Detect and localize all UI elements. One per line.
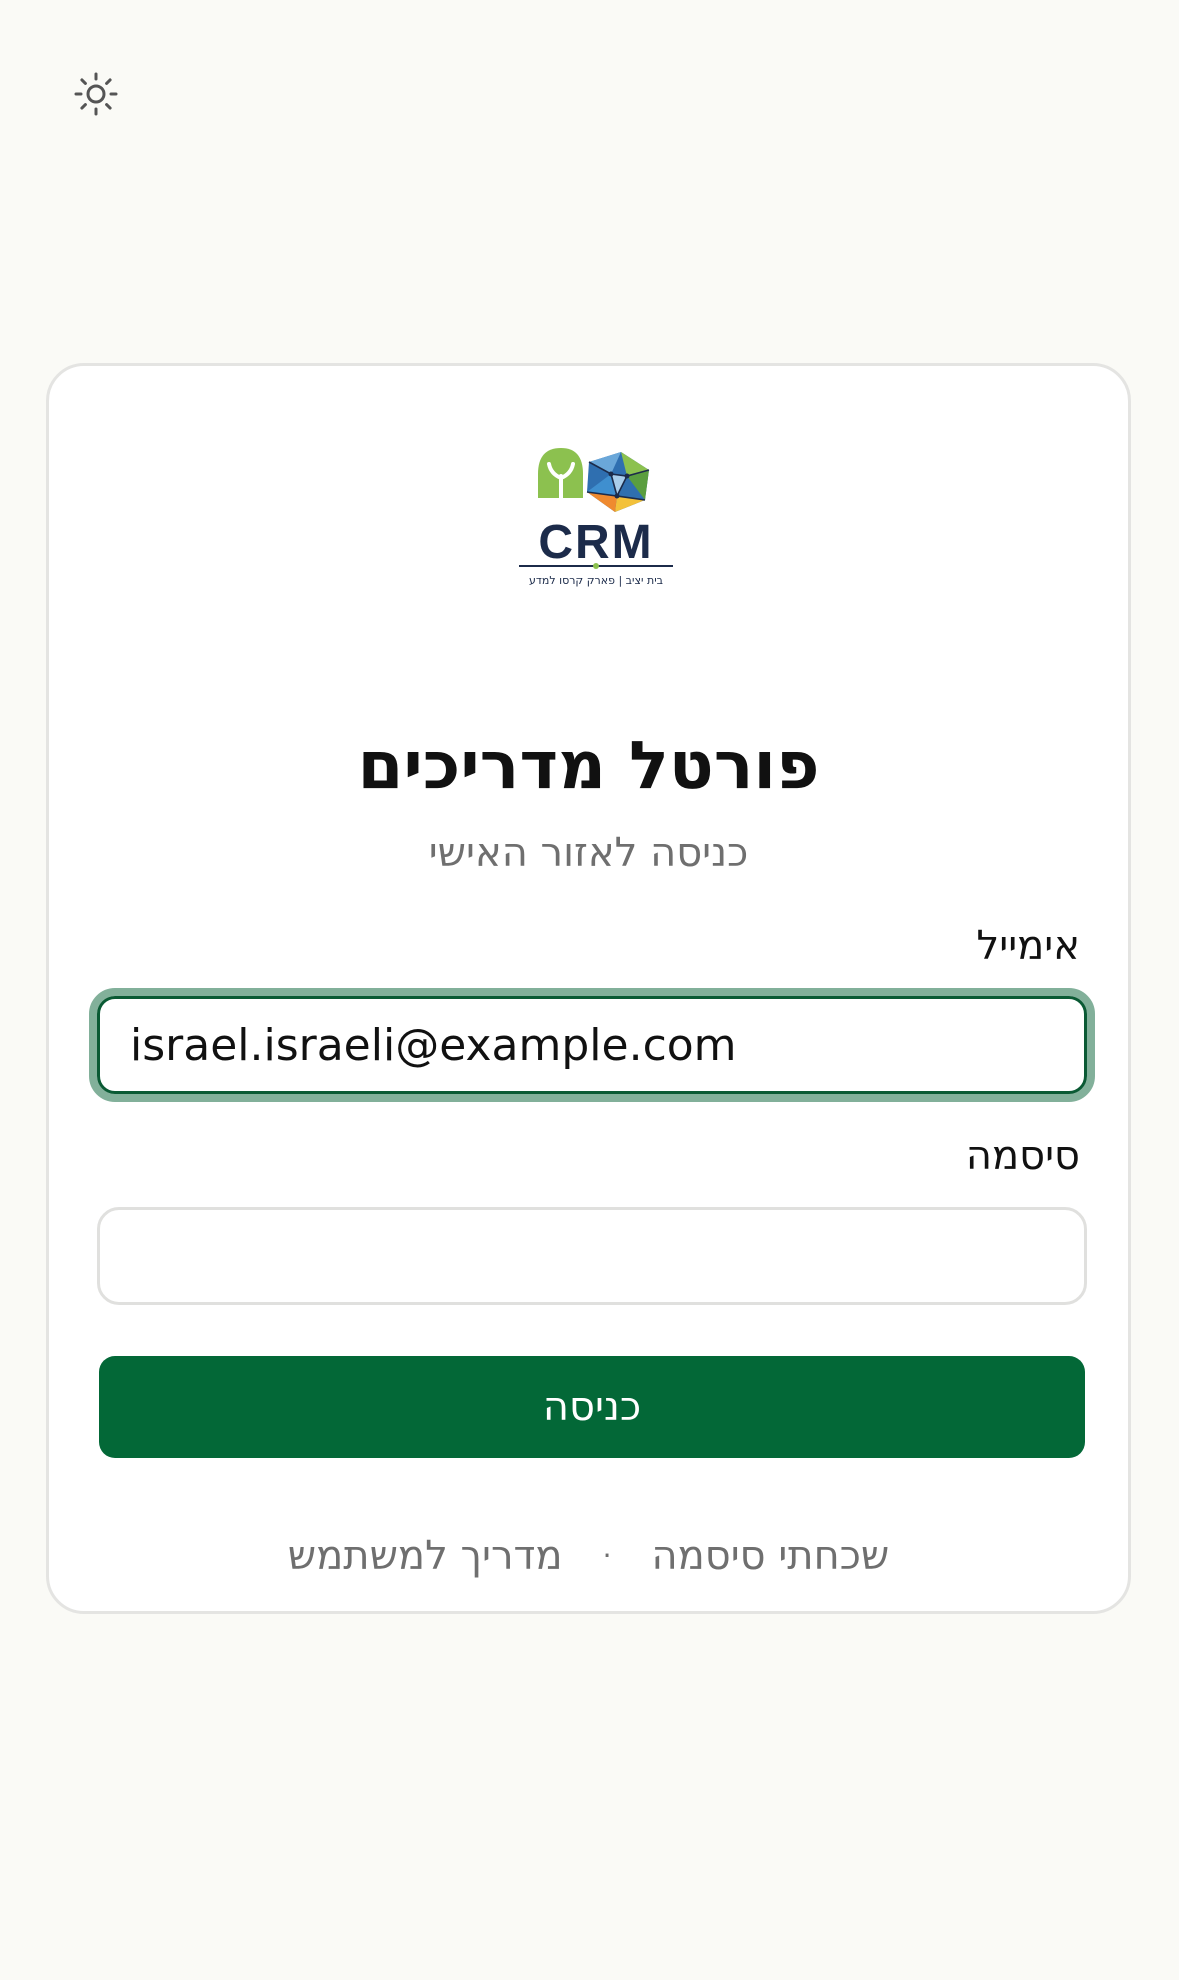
password-input[interactable] <box>97 1207 1087 1305</box>
user-guide-link[interactable]: מדריך למשתמש <box>288 1526 563 1586</box>
logo-tagline: בית יציב | פארק קרסו למדע <box>529 574 663 587</box>
login-card: CRM בית יציב | פארק קרסו למדע פורטל מדרי… <box>46 363 1131 1614</box>
sun-icon <box>74 72 118 116</box>
page-subtitle: כניסה לאזור האישי <box>428 830 749 876</box>
email-field-focus-ring <box>89 988 1095 1102</box>
theme-toggle-button[interactable] <box>66 64 126 124</box>
password-label: סיסמה <box>965 1133 1080 1179</box>
email-label: אימייל <box>976 923 1080 969</box>
logo-wordmark: CRM <box>538 516 653 569</box>
login-button[interactable]: כניסה <box>99 1356 1085 1458</box>
email-input[interactable] <box>97 996 1087 1094</box>
forgot-password-link[interactable]: שכחתי סיסמה <box>651 1526 889 1586</box>
separator-dot: · <box>602 1539 612 1572</box>
crm-logo: CRM בית יציב | פארק קרסו למדע <box>519 448 673 587</box>
page-title: פורטל מדריכים <box>357 727 820 804</box>
footer-links: שכחתי סיסמה · מדריך למשתמש <box>49 1526 1128 1586</box>
